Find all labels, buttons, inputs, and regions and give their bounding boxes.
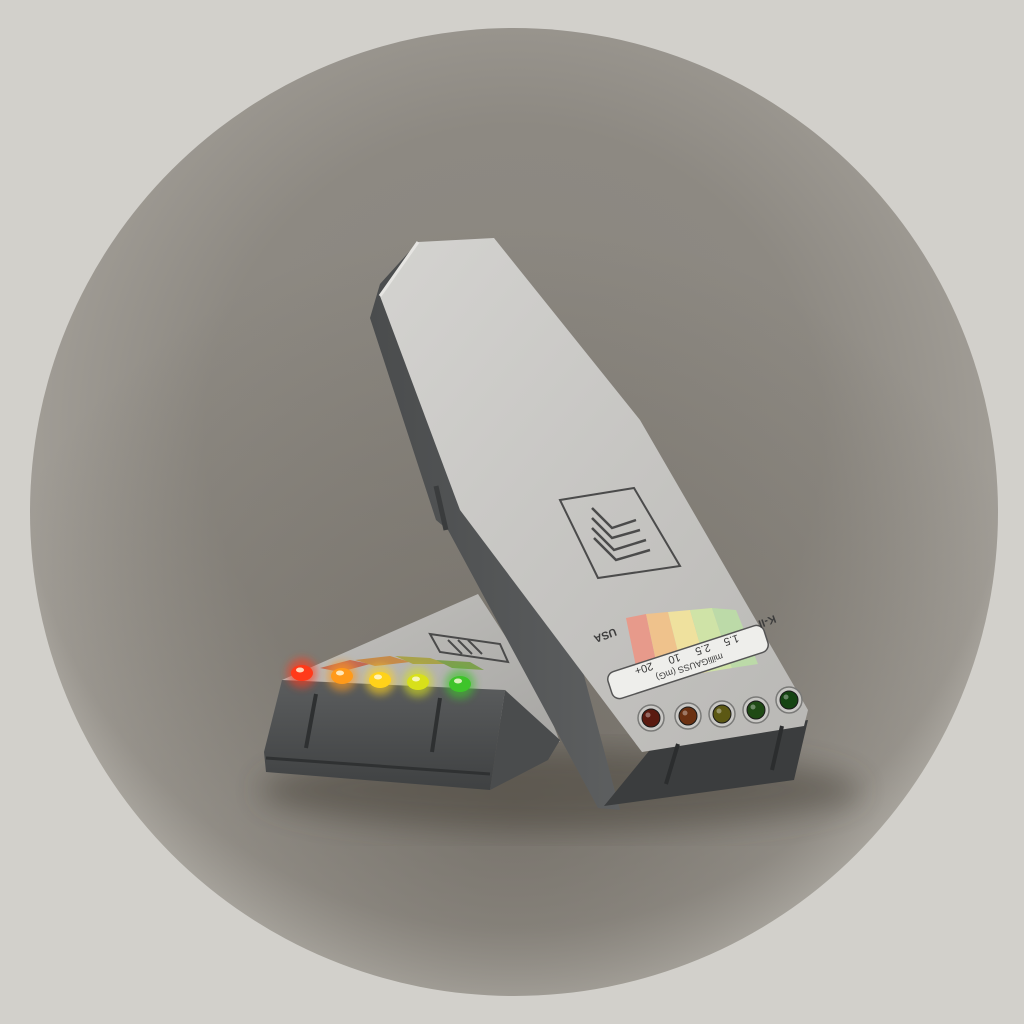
lit-led-highlight-yellow [374, 674, 382, 680]
lit-led-highlight-orange [336, 670, 344, 676]
app-icon: milliGAUSS (mG) 1.5 2.5 10 20+ K-II USA [0, 0, 1024, 1024]
emf-meter-illustration: milliGAUSS (mG) 1.5 2.5 10 20+ K-II USA [30, 28, 998, 996]
led-yellow [712, 704, 732, 724]
lit-led-red [291, 665, 313, 681]
lit-led-highlight-red [296, 667, 304, 673]
led-green [779, 690, 799, 710]
lit-led-yellow-green [407, 674, 429, 690]
led-dark-red [641, 708, 661, 728]
led-highlight-dark-red [645, 712, 651, 718]
led-light-green [746, 700, 766, 720]
led-highlight-light-green [750, 704, 756, 710]
lit-led-green [449, 676, 471, 692]
lit-led-highlight-green [454, 678, 462, 684]
lit-led-orange [331, 668, 353, 684]
led-highlight-yellow [716, 708, 722, 714]
led-orange [678, 706, 698, 726]
lit-led-highlight-yellow-green [412, 676, 420, 682]
led-highlight-orange [682, 710, 688, 716]
lit-led-yellow [369, 672, 391, 688]
led-highlight-green [783, 694, 789, 700]
